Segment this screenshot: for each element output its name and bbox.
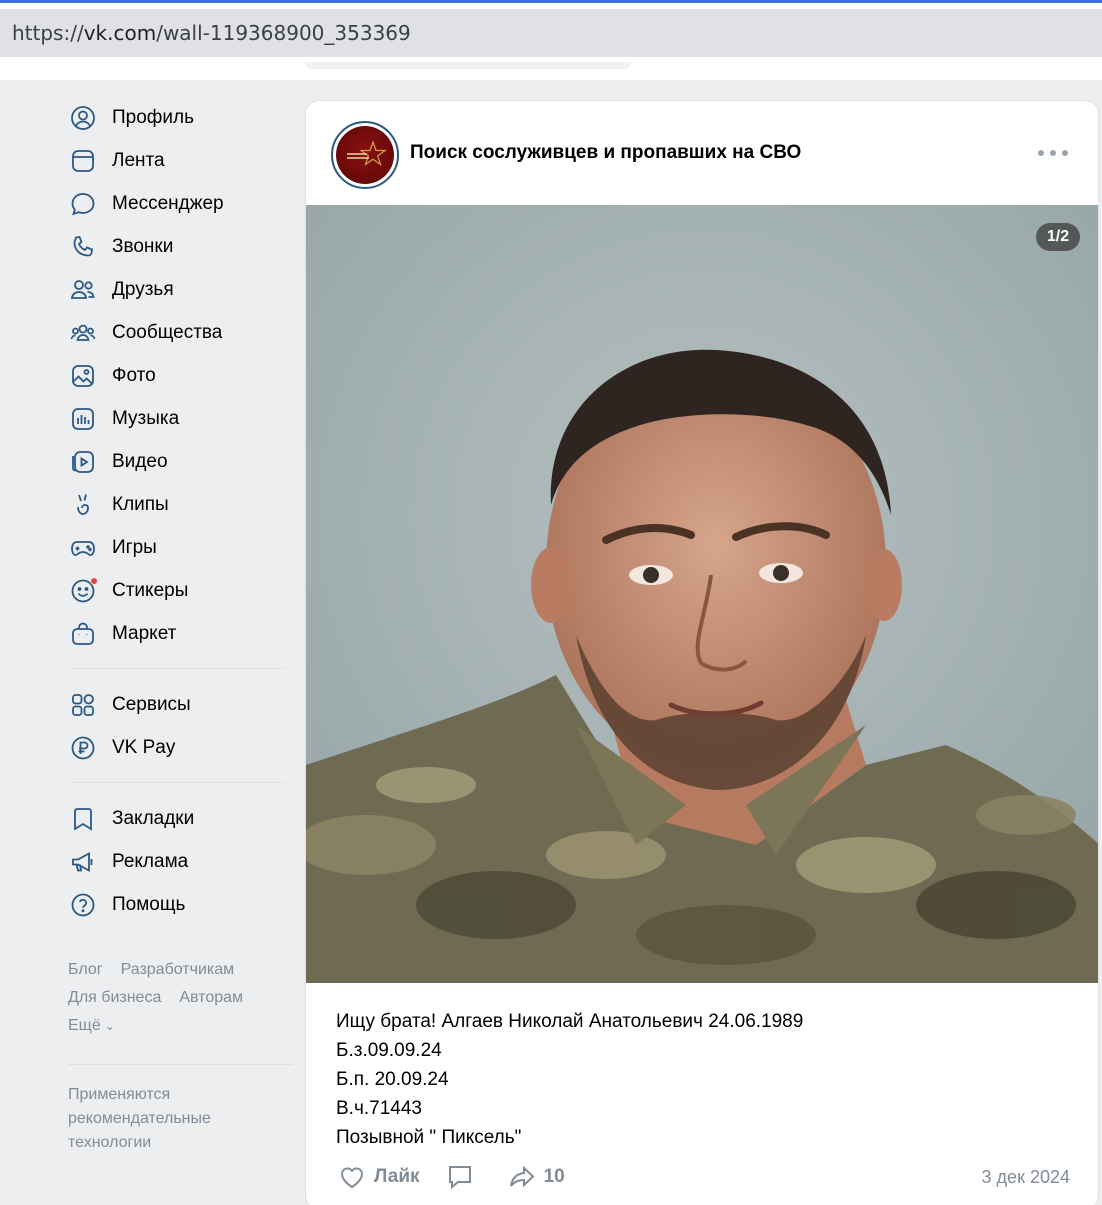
- post-actions-bar: Лайк 10 3 дек 2024: [336, 1159, 1070, 1195]
- market-bag-icon: [68, 619, 98, 649]
- sidebar-item-label: Стикеры: [112, 579, 189, 601]
- browser-chrome: https://vk.com/wall-119368900_353369: [0, 0, 1102, 62]
- sidebar-item-label: Фото: [112, 364, 156, 386]
- sidebar-item-label: Видео: [112, 450, 168, 472]
- sidebar-item-label: Клипы: [112, 493, 169, 515]
- sidebar-item-communities[interactable]: Сообщества: [68, 311, 293, 354]
- photo-icon: [68, 361, 98, 391]
- phone-icon: [68, 232, 98, 262]
- sticker-icon: [68, 576, 98, 606]
- vk-header-strip: [0, 62, 1102, 80]
- more-options-button[interactable]: [1038, 143, 1068, 163]
- user-circle-icon: [68, 103, 98, 133]
- sidebar-item-label: Друзья: [112, 278, 174, 300]
- sidebar-item-friends[interactable]: Друзья: [68, 268, 293, 311]
- help-icon: [68, 890, 98, 920]
- sidebar-footer-links: Блог Разработчикам Для бизнеса Авторам Ещё…: [68, 956, 293, 1040]
- clips-icon: [68, 490, 98, 520]
- group-name-link[interactable]: Поиск сослуживцев и пропавших на СВО: [410, 142, 801, 164]
- sidebar-divider: [68, 1064, 293, 1065]
- sidebar-item-label: Реклама: [112, 850, 189, 872]
- footer-link-business[interactable]: Для бизнеса: [68, 989, 161, 1006]
- left-sidebar: Профиль Лента Мессенджер Звонки Друзья С…: [68, 96, 293, 1155]
- share-arrow-icon: [509, 1165, 535, 1188]
- footer-link-authors[interactable]: Авторам: [179, 989, 243, 1006]
- sidebar-item-label: Сервисы: [112, 693, 191, 715]
- megaphone-icon: [68, 847, 98, 877]
- gamepad-icon: [68, 533, 98, 563]
- friends-icon: [68, 275, 98, 305]
- heart-icon: [340, 1167, 364, 1189]
- comment-button[interactable]: [444, 1161, 482, 1193]
- group-avatar[interactable]: [331, 121, 399, 189]
- photo-counter-badge: 1/2: [1036, 223, 1080, 251]
- music-icon: [68, 404, 98, 434]
- sidebar-item-label: VK Pay: [112, 736, 176, 758]
- sidebar-item-label: Профиль: [112, 106, 195, 128]
- sidebar-item-clips[interactable]: Клипы: [68, 483, 293, 526]
- url-host: vk.com: [83, 21, 157, 45]
- sidebar-item-label: Звонки: [112, 235, 174, 257]
- sidebar-item-help[interactable]: Помощь: [68, 883, 293, 926]
- post-photo[interactable]: 1/2: [306, 205, 1098, 983]
- services-grid-icon: [68, 690, 98, 720]
- group-logo: [336, 126, 394, 184]
- comment-icon: [448, 1166, 471, 1190]
- video-icon: [68, 447, 98, 477]
- like-button[interactable]: Лайк: [336, 1161, 420, 1193]
- address-bar[interactable]: https://vk.com/wall-119368900_353369: [0, 9, 1102, 57]
- sidebar-item-messenger[interactable]: Мессенджер: [68, 182, 293, 225]
- sidebar-item-services[interactable]: Сервисы: [68, 683, 293, 726]
- communities-icon: [68, 318, 98, 348]
- feed-icon: [68, 146, 98, 176]
- chevron-down-icon: ⌄: [104, 1019, 115, 1033]
- sidebar-item-label: Сообщества: [112, 321, 223, 343]
- sidebar-item-label: Мессенджер: [112, 192, 224, 214]
- vkpay-ruble-icon: [68, 733, 98, 763]
- post-date[interactable]: 3 дек 2024: [982, 1167, 1070, 1188]
- sidebar-item-label: Лента: [112, 149, 165, 171]
- footer-link-developers[interactable]: Разработчикам: [121, 961, 235, 978]
- sidebar-item-games[interactable]: Игры: [68, 526, 293, 569]
- sidebar-item-photos[interactable]: Фото: [68, 354, 293, 397]
- like-label: Лайк: [374, 1166, 420, 1187]
- post-text: Ищу брата! Алгаев Николай Анатольевич 24…: [336, 1011, 804, 1148]
- notification-dot: [90, 576, 98, 585]
- wall-post: Поиск сослуживцев и пропавших на СВО 1/2…: [305, 100, 1099, 1205]
- post-header: Поиск сослуживцев и пропавших на СВО: [306, 101, 1098, 205]
- sidebar-item-feed[interactable]: Лента: [68, 139, 293, 182]
- url-path: /wall-119368900_353369: [156, 21, 411, 45]
- share-button[interactable]: 10: [506, 1161, 565, 1193]
- sidebar-item-calls[interactable]: Звонки: [68, 225, 293, 268]
- sidebar-item-video[interactable]: Видео: [68, 440, 293, 483]
- sidebar-item-label: Игры: [112, 536, 157, 558]
- sidebar-item-vkpay[interactable]: VK Pay: [68, 726, 293, 769]
- sidebar-divider: [70, 668, 285, 669]
- sidebar-item-label: Закладки: [112, 807, 195, 829]
- sidebar-divider: [70, 782, 285, 783]
- sidebar-item-ads[interactable]: Реклама: [68, 840, 293, 883]
- url-prefix: https://: [12, 21, 84, 45]
- footer-more-label: Ещё: [68, 1017, 101, 1034]
- footer-more-toggle[interactable]: Ещё ⌄: [68, 1012, 293, 1040]
- recommendation-note: Применяются рекомендательные технологии: [68, 1086, 211, 1151]
- sidebar-item-label: Помощь: [112, 893, 186, 915]
- photo-portrait-illustration: [306, 205, 1098, 983]
- sidebar-item-label: Маркет: [112, 622, 177, 644]
- sidebar-item-profile[interactable]: Профиль: [68, 96, 293, 139]
- share-count: 10: [543, 1166, 565, 1187]
- sidebar-item-bookmarks[interactable]: Закладки: [68, 797, 293, 840]
- footer-link-blog[interactable]: Блог: [68, 961, 103, 978]
- bookmark-icon: [68, 804, 98, 834]
- sidebar-item-music[interactable]: Музыка: [68, 397, 293, 440]
- sidebar-item-label: Музыка: [112, 407, 180, 429]
- message-icon: [68, 189, 98, 219]
- sidebar-item-market[interactable]: Маркет: [68, 612, 293, 655]
- sidebar-item-stickers[interactable]: Стикеры: [68, 569, 293, 612]
